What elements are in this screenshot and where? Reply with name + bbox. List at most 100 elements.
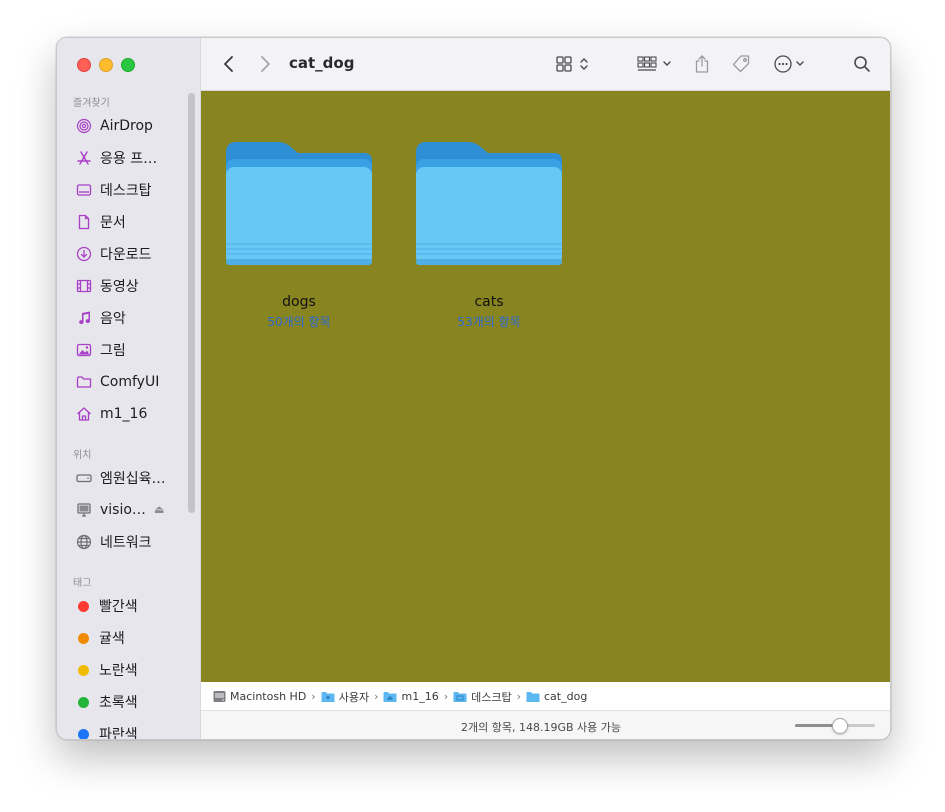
sidebar: 즐겨찾기 AirDrop 응용 프… 데스크탑 문서 다운로드 동영상 음악 그… <box>57 38 201 739</box>
sidebar-item-label: 데스크탑 <box>100 183 152 199</box>
desktop-icon <box>75 181 93 199</box>
icon-grid-view-icon <box>556 56 588 72</box>
folder-name[interactable]: dogs <box>219 294 379 310</box>
music-icon <box>75 309 93 327</box>
sidebar-item-label: 음악 <box>100 311 126 327</box>
home-icon <box>75 405 93 423</box>
view-mode-button[interactable] <box>553 52 593 76</box>
path-crumb-desktop[interactable]: 데스크탑 › <box>453 689 526 705</box>
folder-icon <box>75 373 93 391</box>
sidebar-item-movies[interactable]: 동영상 <box>75 274 139 298</box>
computer-icon <box>75 501 93 519</box>
group-grid-icon <box>637 56 671 71</box>
slider-knob[interactable] <box>832 718 848 734</box>
path-crumb-home[interactable]: m1_16 › <box>383 690 453 703</box>
icon-size-slider[interactable] <box>795 718 875 734</box>
sidebar-item-desktop[interactable]: 데스크탑 <box>75 178 152 202</box>
sidebar-tag-blue[interactable]: 파란색 <box>75 722 138 739</box>
sidebar-section-locations: 위치 <box>73 450 92 461</box>
red-tag-dot-icon <box>78 600 89 612</box>
back-button[interactable] <box>217 52 241 76</box>
sidebar-item-home[interactable]: m1_16 <box>75 402 147 426</box>
chevron-right-icon <box>261 56 270 72</box>
window-title: cat_dog <box>289 54 355 72</box>
folder-name[interactable]: cats <box>409 294 569 310</box>
path-crumb-cat-dog[interactable]: cat_dog <box>526 690 587 703</box>
hard-drive-icon <box>213 691 226 702</box>
forward-button[interactable] <box>253 52 277 76</box>
chevron-right-icon: › <box>311 690 316 703</box>
folder-icon <box>383 691 397 702</box>
sidebar-item-downloads[interactable]: 다운로드 <box>75 242 152 266</box>
sidebar-tag-red[interactable]: 빨간색 <box>75 594 138 618</box>
sidebar-item-label: ComfyUI <box>100 374 160 390</box>
sidebar-item-label: 응용 프… <box>100 151 158 167</box>
chevron-right-icon: › <box>374 690 379 703</box>
sidebar-item-label: 엠원십육… <box>100 471 166 487</box>
tag-icon <box>732 55 750 73</box>
sidebar-item-drive[interactable]: 엠원십육… <box>75 466 166 490</box>
toolbar: cat_dog <box>201 38 890 91</box>
sidebar-item-documents[interactable]: 문서 <box>75 210 126 234</box>
folder-icon <box>526 691 540 702</box>
sidebar-item-applications[interactable]: 응용 프… <box>75 146 157 170</box>
sidebar-item-label: 문서 <box>100 215 126 231</box>
search-icon <box>854 56 870 72</box>
share-button[interactable] <box>690 52 714 76</box>
zoom-window-button[interactable] <box>121 58 135 72</box>
document-icon <box>75 213 93 231</box>
sidebar-item-label: 네트워크 <box>100 535 152 551</box>
folder-icon <box>453 691 467 702</box>
network-icon <box>75 533 93 551</box>
folder-dogs[interactable] <box>224 139 374 269</box>
sidebar-item-label: AirDrop <box>100 118 153 134</box>
sidebar-item-label: 귤색 <box>99 631 125 647</box>
chevron-left-icon <box>224 56 233 72</box>
sidebar-item-label: visio… <box>100 502 146 518</box>
sidebar-item-label: 동영상 <box>100 279 139 295</box>
sidebar-item-pictures[interactable]: 그림 <box>75 338 126 362</box>
sidebar-section-favorites: 즐겨찾기 <box>73 98 110 109</box>
share-icon <box>695 55 709 73</box>
download-icon <box>75 245 93 263</box>
sidebar-item-label: 파란색 <box>99 727 138 739</box>
chevron-right-icon: › <box>443 690 449 703</box>
tag-button[interactable] <box>729 52 753 76</box>
folder-item-count: 50개의 항목 <box>267 315 331 329</box>
eject-icon[interactable]: ⏏ <box>154 503 164 516</box>
blue-tag-dot-icon <box>78 728 89 739</box>
ellipsis-circle-icon <box>774 55 804 73</box>
folder-cats[interactable] <box>414 139 564 269</box>
drive-icon <box>75 469 93 487</box>
applications-icon <box>75 149 93 167</box>
folder-item-count: 53개의 항목 <box>457 315 521 329</box>
sidebar-item-airdrop[interactable]: AirDrop <box>75 114 153 138</box>
status-bar: 2개의 항목, 148.19GB 사용 가능 <box>201 711 890 739</box>
sidebar-item-label: 그림 <box>100 343 126 359</box>
group-button[interactable] <box>635 52 675 76</box>
more-actions-button[interactable] <box>771 52 811 76</box>
close-window-button[interactable] <box>77 58 91 72</box>
path-crumb-users[interactable]: 사용자 › <box>321 689 384 705</box>
sidebar-item-label: 다운로드 <box>100 247 152 263</box>
yellow-tag-dot-icon <box>78 664 89 676</box>
sidebar-item-music[interactable]: 음악 <box>75 306 126 330</box>
chevron-right-icon: › <box>516 690 521 703</box>
sidebar-tag-yellow[interactable]: 노란색 <box>75 658 138 682</box>
sidebar-scrollbar[interactable] <box>188 93 195 513</box>
path-crumb-macintosh-hd[interactable]: Macintosh HD › <box>213 690 321 703</box>
minimize-window-button[interactable] <box>99 58 113 72</box>
sidebar-tag-green[interactable]: 초록색 <box>75 690 138 714</box>
sidebar-tag-orange[interactable]: 귤색 <box>75 626 125 650</box>
sidebar-item-comfyui[interactable]: ComfyUI <box>75 370 159 394</box>
sidebar-item-label: 노란색 <box>99 663 138 679</box>
path-bar: Macintosh HD › 사용자 › m1_16 › 데스크탑 › cat_… <box>201 683 890 711</box>
photo-icon <box>75 341 93 359</box>
search-button[interactable] <box>850 52 874 76</box>
folder-icon <box>321 691 335 702</box>
status-text: 2개의 항목, 148.19GB 사용 가능 <box>460 721 621 734</box>
sidebar-item-network[interactable]: 네트워크 <box>75 530 152 554</box>
traffic-lights <box>77 58 135 72</box>
sidebar-item-visio[interactable]: visio… <box>75 498 146 522</box>
sidebar-item-label: 초록색 <box>99 695 138 711</box>
